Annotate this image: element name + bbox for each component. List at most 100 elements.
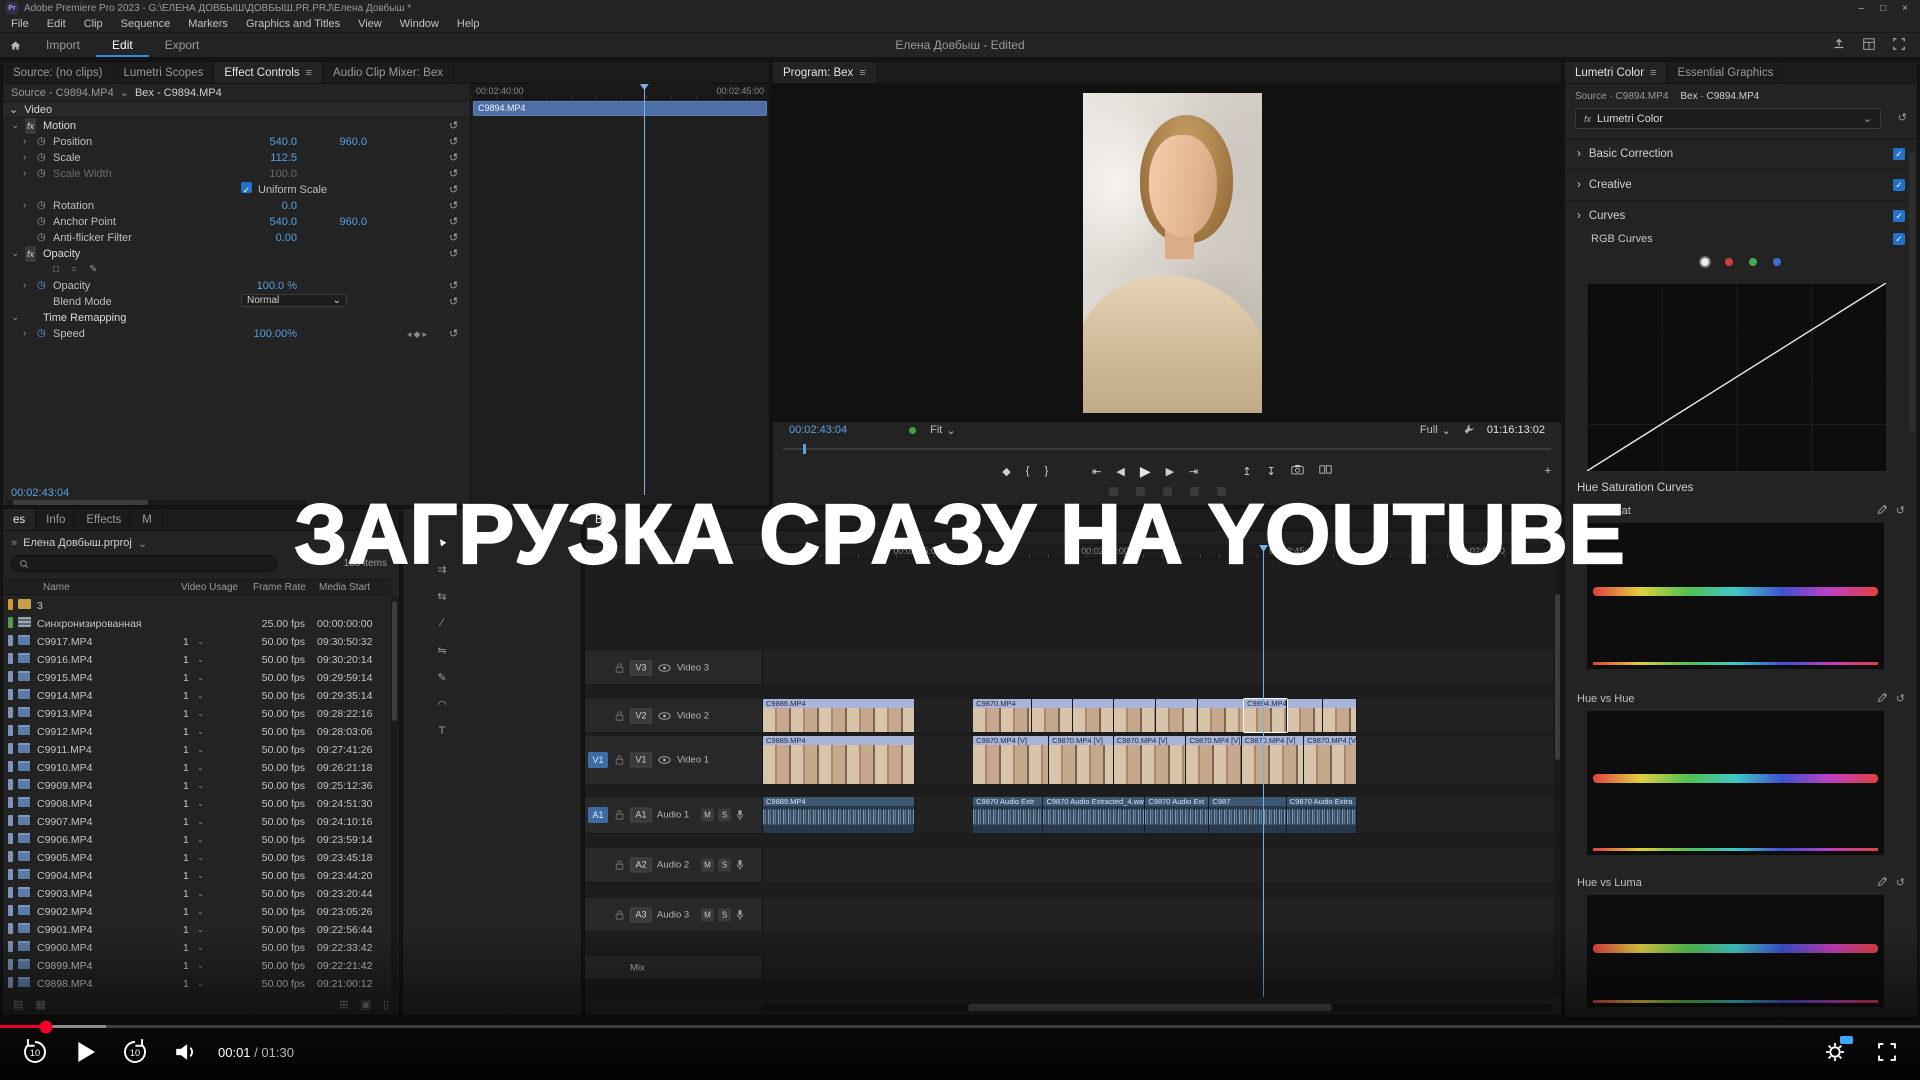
column-header[interactable]: Name	[43, 582, 70, 593]
mute-button[interactable]: M	[701, 809, 714, 822]
stopwatch-icon[interactable]: ◷	[37, 278, 46, 294]
hue-curve-editor[interactable]	[1586, 894, 1885, 1008]
timeline-audio-clip[interactable]: C987	[1209, 797, 1286, 833]
quick-export-icon[interactable]	[1832, 37, 1846, 54]
item-name[interactable]: C9908.MP4	[37, 797, 179, 811]
label-color-chip[interactable]	[8, 617, 13, 628]
step-back-button[interactable]: ◀	[1116, 465, 1124, 478]
project-item-row[interactable]: C9916.MP4 1 ⌄ 50.00 fps 09:30:20:14	[3, 651, 391, 669]
param-value[interactable]: 540.0	[231, 214, 297, 230]
chevron-down-icon[interactable]: ⌄	[197, 905, 204, 919]
label-color-chip[interactable]	[8, 689, 13, 700]
item-name[interactable]: C9915.MP4	[37, 671, 179, 685]
stopwatch-icon[interactable]: ◷	[37, 326, 46, 342]
track-target-toggle[interactable]: V3	[630, 660, 652, 675]
player-progress-bar[interactable]	[0, 1025, 1920, 1028]
chevron-down-icon[interactable]: ⌄	[197, 977, 204, 991]
razor-tool[interactable]: ∕	[433, 614, 451, 632]
add-marker-button[interactable]: ◆	[1002, 465, 1010, 478]
project-item-row[interactable]: C9909.MP4 1 ⌄ 50.00 fps 09:25:12:36	[3, 777, 391, 795]
project-item-row[interactable]: C9913.MP4 1 ⌄ 50.00 fps 09:28:22:16	[3, 705, 391, 723]
project-item-row[interactable]: C9898.MP4 1 ⌄ 50.00 fps 09:21:00:12	[3, 975, 391, 993]
eyedropper-icon[interactable]	[1877, 692, 1888, 706]
close-button[interactable]: ×	[1902, 3, 1908, 14]
item-name[interactable]: C9910.MP4	[37, 761, 179, 775]
export-frame-button[interactable]	[1291, 464, 1304, 478]
project-item-row[interactable]: C9899.MP4 1 ⌄ 50.00 fps 09:22:21:42	[3, 957, 391, 975]
project-item-row[interactable]: C9912.MP4 1 ⌄ 50.00 fps 09:28:03:06	[3, 723, 391, 741]
track-lock-icon[interactable]	[612, 709, 626, 723]
timeline-clip[interactable]: C9870.MP4 [V]	[1186, 736, 1241, 784]
timeline-horizontal-scrollbar[interactable]	[763, 1004, 1553, 1011]
project-item-row[interactable]: C9904.MP4 1 ⌄ 50.00 fps 09:23:44:20	[3, 867, 391, 885]
item-name[interactable]: C9917.MP4	[37, 635, 179, 649]
timeline-clip[interactable]: C9894.MP4	[1244, 699, 1287, 732]
chevron-down-icon[interactable]: ⌄	[197, 833, 204, 847]
label-color-chip[interactable]	[8, 851, 13, 862]
item-name[interactable]: Синхронизированная	[37, 617, 179, 631]
panel-tab[interactable]: Effect Controls ≡	[214, 62, 323, 83]
track-target-toggle[interactable]: V1	[630, 753, 652, 768]
stopwatch-icon[interactable]: ◷	[37, 230, 46, 246]
project-item-row[interactable]: C9910.MP4 1 ⌄ 50.00 fps 09:26:21:18	[3, 759, 391, 777]
play-button[interactable]	[70, 1037, 100, 1067]
label-color-chip[interactable]	[8, 743, 13, 754]
effect-lane-playhead[interactable]	[644, 84, 645, 495]
timeline-audio-clip[interactable]: C9870 Audio Extracted_4.wav	[1043, 797, 1145, 833]
item-name[interactable]: C9907.MP4	[37, 815, 179, 829]
go-to-out-button[interactable]: ⇥	[1189, 465, 1198, 478]
timeline-clip[interactable]: C9870.MP4 [V]	[1049, 736, 1114, 784]
project-item-row[interactable]: C9900.MP4 1 ⌄ 50.00 fps 09:22:33:42	[3, 939, 391, 957]
chevron-down-icon[interactable]: ⌄	[197, 851, 204, 865]
step-forward-button[interactable]: ▶	[1166, 465, 1174, 478]
menu-item[interactable]: Markers	[179, 18, 237, 30]
fullscreen-icon[interactable]	[1874, 1039, 1900, 1065]
program-playhead[interactable]	[803, 444, 806, 454]
twirl-icon[interactable]: ›	[23, 150, 26, 166]
item-name[interactable]: C9909.MP4	[37, 779, 179, 793]
param-value[interactable]: 112.5	[231, 150, 297, 166]
label-color-chip[interactable]	[8, 797, 13, 808]
effect-lane-clip[interactable]: C9894.MP4	[473, 101, 767, 116]
timeline-audio-clip[interactable]: C9889.MP4	[763, 797, 915, 833]
menu-item[interactable]: View	[349, 18, 391, 30]
item-name[interactable]: C9899.MP4	[37, 959, 179, 973]
timeline-audio-clip[interactable]: C9870 Audio Ext	[1145, 797, 1209, 833]
timeline-clip[interactable]: C9886.MP4	[763, 699, 915, 732]
workspaces-icon[interactable]	[1862, 37, 1876, 54]
button-editor-plus[interactable]: +	[1545, 460, 1551, 482]
lift-button[interactable]: ↥	[1242, 465, 1251, 478]
project-item-row[interactable]: C9917.MP4 1 ⌄ 50.00 fps 09:30:50:32	[3, 633, 391, 651]
solo-button[interactable]: S	[718, 908, 731, 921]
timeline-clip[interactable]: C9870.MP4	[973, 699, 1031, 732]
new-item-icon[interactable]: ▣	[361, 998, 371, 1011]
panel-tab[interactable]: Source: (no clips) ≡	[3, 62, 113, 83]
project-item-row[interactable]: C9905.MP4 1 ⌄ 50.00 fps 09:23:45:18	[3, 849, 391, 867]
forward-10-button[interactable]: 10	[120, 1037, 150, 1067]
timeline-audio-clip[interactable]: C9870 Audio Extr	[973, 797, 1043, 833]
item-name[interactable]: C9900.MP4	[37, 941, 179, 955]
twirl-icon[interactable]: ›	[23, 326, 26, 342]
timeline-clip[interactable]: C9870.MP4 [V]	[973, 736, 1049, 784]
project-item-row[interactable]: C9902.MP4 1 ⌄ 50.00 fps 09:23:05:26	[3, 903, 391, 921]
track-output-eye-icon[interactable]	[658, 663, 671, 672]
reset-icon[interactable]: ↺	[449, 214, 458, 230]
chevron-down-icon[interactable]: ⌄	[197, 815, 204, 829]
project-scrollbar[interactable]	[391, 597, 398, 993]
label-color-chip[interactable]	[8, 725, 13, 736]
track-output-eye-icon[interactable]	[658, 756, 671, 765]
stopwatch-icon[interactable]: ◷	[37, 134, 46, 150]
program-scrub-bar[interactable]	[783, 444, 1551, 454]
twirl-icon[interactable]: ›	[23, 198, 26, 214]
uniform-scale-checkbox[interactable]: ✓	[241, 182, 252, 193]
column-header[interactable]: Video Usage	[181, 582, 238, 593]
reset-icon[interactable]: ↺	[449, 198, 458, 214]
project-item-row[interactable]: C9908.MP4 1 ⌄ 50.00 fps 09:24:51:30	[3, 795, 391, 813]
pen-mask-icon[interactable]: ✎	[89, 262, 97, 278]
mark-out-button[interactable]: }	[1044, 465, 1048, 477]
playback-resolution-select[interactable]: Full⌄	[1420, 424, 1451, 437]
timeline-clip[interactable]	[1073, 699, 1114, 732]
project-item-row[interactable]: C9901.MP4 1 ⌄ 50.00 fps 09:22:56:44	[3, 921, 391, 939]
new-bin-icon[interactable]: ⊞	[339, 998, 348, 1011]
item-name[interactable]: C9903.MP4	[37, 887, 179, 901]
